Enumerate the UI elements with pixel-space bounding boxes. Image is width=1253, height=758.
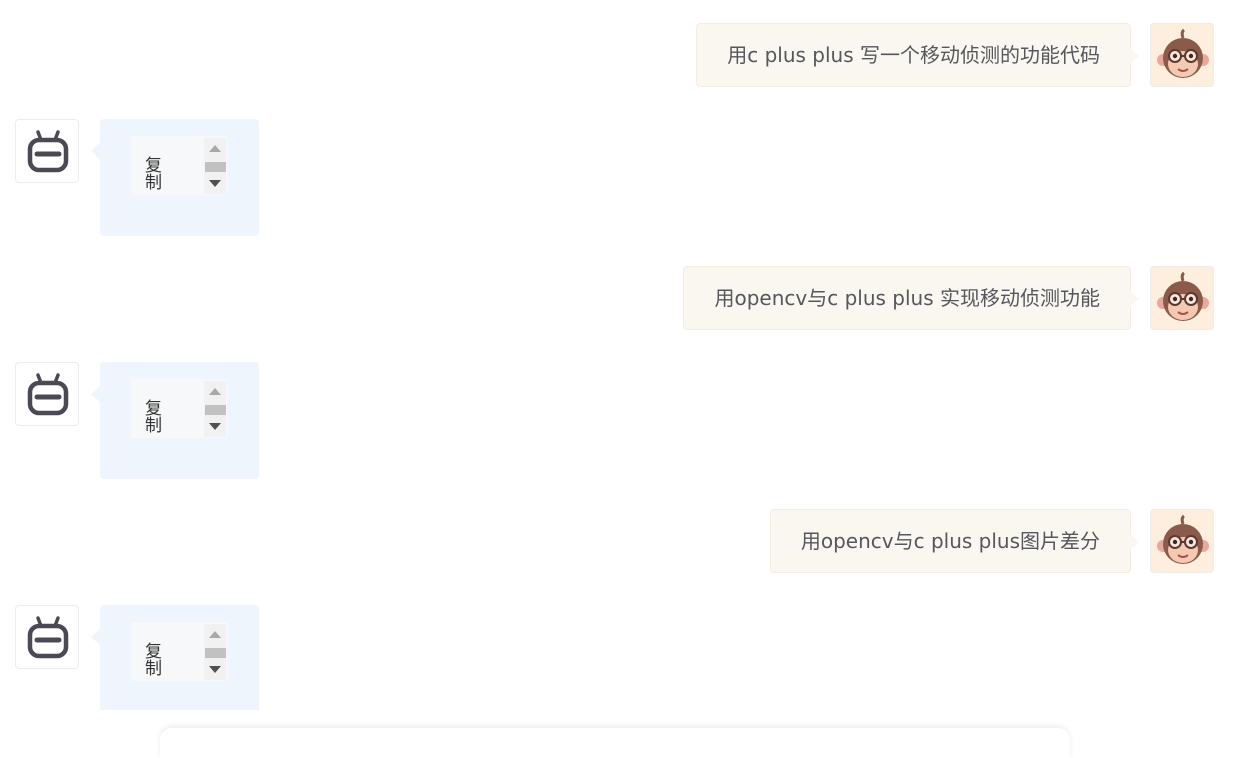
code-scrollbar[interactable] (204, 624, 226, 680)
copy-button[interactable]: 复制 (131, 622, 203, 681)
assistant-message: 复制 (91, 362, 259, 479)
monkey-with-glasses-icon (1157, 271, 1209, 321)
code-scrollbar[interactable] (204, 381, 226, 437)
message-input-panel[interactable] (160, 728, 1070, 758)
code-block[interactable]: 复制 (131, 136, 227, 195)
scrollbar-thumb[interactable] (205, 162, 226, 172)
user-avatar (1150, 23, 1214, 87)
code-block[interactable]: 复制 (131, 379, 227, 438)
triangle-up-icon[interactable] (209, 145, 221, 152)
copy-button[interactable]: 复制 (131, 136, 203, 195)
scrollbar-thumb[interactable] (205, 405, 226, 415)
robot-icon (27, 130, 69, 173)
copy-button-label: 复制 (145, 156, 162, 193)
user-avatar (1150, 266, 1214, 330)
monkey-with-glasses-icon (1157, 514, 1209, 564)
copy-button[interactable]: 复制 (131, 379, 203, 438)
user-message: 用opencv与c plus plus图片差分 (769, 509, 1140, 573)
user-avatar (1150, 509, 1214, 573)
user-message: 用c plus plus 写一个移动侦测的功能代码 (696, 23, 1139, 87)
user-message-text: 用opencv与c plus plus图片差分 (800, 529, 1100, 553)
assistant-avatar (15, 119, 79, 183)
scrollbar-thumb[interactable] (205, 648, 226, 658)
copy-button-label: 复制 (145, 642, 162, 679)
assistant-avatar (15, 362, 79, 426)
robot-icon (27, 373, 69, 416)
triangle-up-icon[interactable] (209, 631, 221, 638)
user-message: 用opencv与c plus plus 实现移动侦测功能 (683, 266, 1139, 330)
code-scrollbar[interactable] (204, 138, 226, 194)
assistant-avatar (15, 605, 79, 669)
copy-button-label: 复制 (145, 399, 162, 436)
robot-icon (27, 616, 69, 659)
chat-history: 用c plus plus 写一个移动侦测的功能代码 复制 用opencv与c p… (0, 0, 1253, 710)
triangle-down-icon[interactable] (209, 180, 221, 187)
user-message-text: 用opencv与c plus plus 实现移动侦测功能 (714, 286, 1100, 310)
triangle-up-icon[interactable] (209, 388, 221, 395)
code-block[interactable]: 复制 (131, 622, 227, 681)
monkey-with-glasses-icon (1157, 28, 1209, 78)
triangle-down-icon[interactable] (209, 666, 221, 673)
assistant-message: 复制 (91, 119, 259, 236)
assistant-message: 复制 (91, 605, 259, 710)
triangle-down-icon[interactable] (209, 423, 221, 430)
user-message-text: 用c plus plus 写一个移动侦测的功能代码 (727, 43, 1100, 67)
